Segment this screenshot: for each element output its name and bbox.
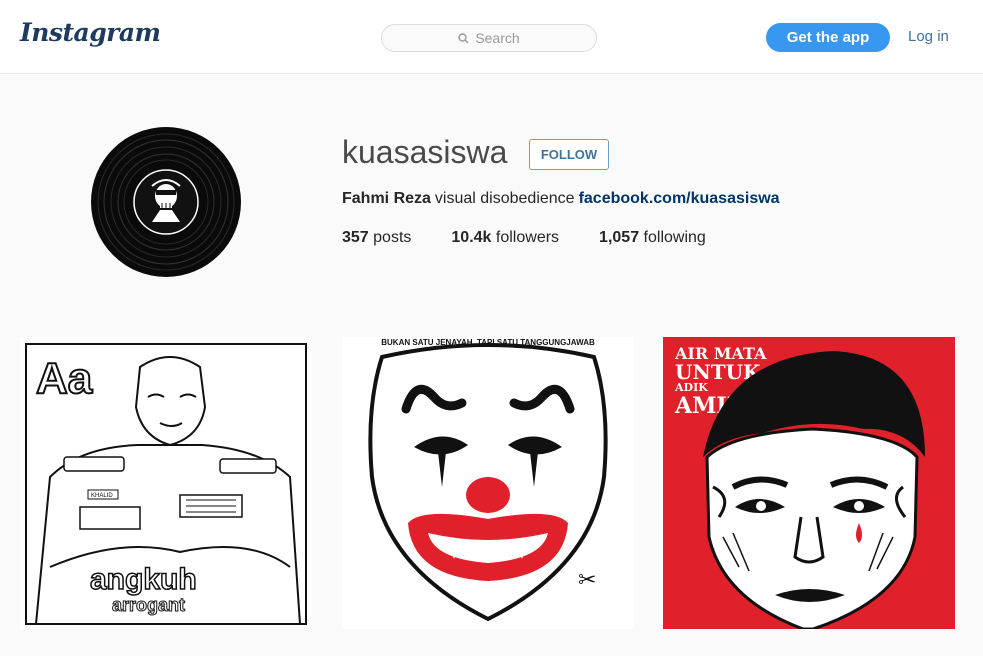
aminul-poster-image: AIR MATA UNTUK ADIK AMINUL bbox=[663, 337, 955, 629]
profile-full-name: Fahmi Reza bbox=[342, 190, 431, 207]
profile-bio: Fahmi Reza visual disobedience facebook.co… bbox=[342, 190, 780, 208]
title-letters-text: Aa bbox=[36, 354, 93, 403]
search-input[interactable]: Search bbox=[381, 24, 597, 52]
bio-website-link[interactable]: facebook.com/kuasasiswa bbox=[579, 190, 780, 207]
clown-mask-image: BUKAN SATU JENAYAH, TAPI SATU TANGGUNGJA… bbox=[342, 337, 634, 629]
followers-count: 10.4k bbox=[451, 229, 492, 246]
posts-count: 357 bbox=[342, 229, 369, 246]
followers-label: followers bbox=[495, 229, 560, 246]
profile-avatar[interactable] bbox=[90, 126, 242, 278]
following-stat[interactable]: 1,057 following bbox=[599, 229, 706, 247]
followers-stat[interactable]: 10.4k followers bbox=[451, 229, 559, 247]
search-placeholder: Search bbox=[475, 30, 520, 46]
top-navigation-bar: Instagram Search Get the app Log in bbox=[0, 0, 983, 74]
post-thumbnail-clown-mask[interactable]: BUKAN SATU JENAYAH, TAPI SATU TANGGUNGJA… bbox=[342, 337, 634, 629]
get-the-app-button[interactable]: Get the app bbox=[766, 23, 890, 52]
word-angkuh-text: angkuh bbox=[90, 563, 197, 596]
profile-username: kuasasiswa bbox=[342, 134, 508, 170]
posts-stat: 357 posts bbox=[342, 229, 411, 247]
profile-stats: 357 posts 10.4k followers 1,057 followin… bbox=[342, 229, 746, 247]
post-thumbnail-angkuh[interactable]: Aa KHALID angkuh arrogant bbox=[20, 337, 312, 629]
following-count: 1,057 bbox=[599, 229, 640, 246]
instagram-logo[interactable]: Instagram bbox=[20, 18, 161, 47]
following-label: following bbox=[643, 229, 706, 246]
log-in-link[interactable]: Log in bbox=[908, 28, 949, 45]
vinyl-skull-avatar-image bbox=[91, 127, 241, 277]
posts-label: posts bbox=[373, 229, 412, 246]
angkuh-coloring-image: Aa KHALID angkuh arrogant bbox=[20, 337, 312, 629]
word-arrogant-text: arrogant bbox=[112, 595, 185, 615]
follow-button[interactable]: FOLLOW bbox=[529, 139, 609, 170]
post-thumbnail-aminul[interactable]: AIR MATA UNTUK ADIK AMINUL bbox=[663, 337, 955, 629]
search-icon bbox=[458, 32, 469, 43]
scissors-icon: ✂ bbox=[578, 568, 596, 593]
bio-text: visual disobedience bbox=[434, 190, 575, 207]
name-badge-text: KHALID bbox=[91, 493, 113, 499]
